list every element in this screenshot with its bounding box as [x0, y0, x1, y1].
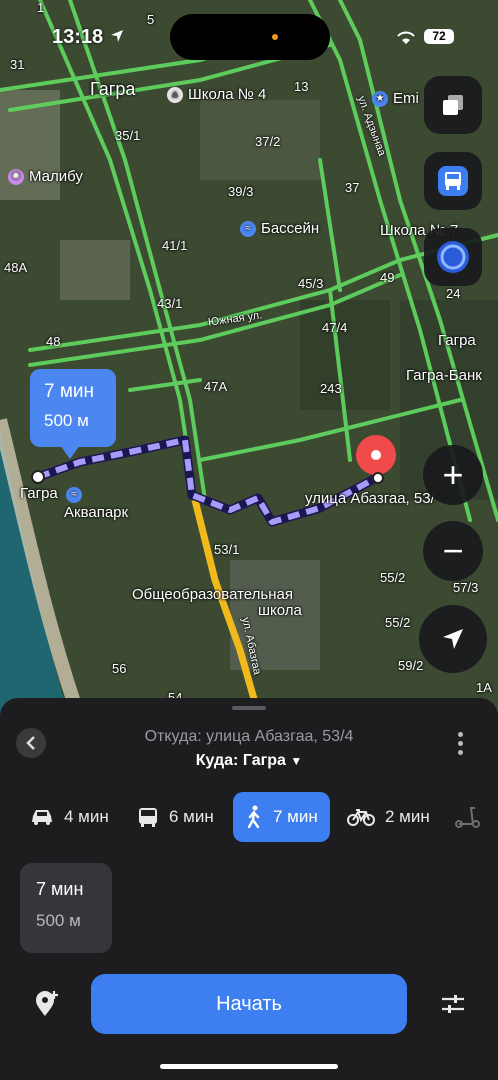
mode-bike[interactable]: 2 мин: [347, 792, 430, 842]
map-number: 39/3: [228, 184, 254, 199]
card-time: 7 мин: [36, 879, 84, 899]
map-number: 35/1: [115, 128, 141, 143]
more-options-button[interactable]: [458, 732, 464, 759]
bike-icon: [347, 809, 375, 826]
map-number: 49: [380, 270, 395, 285]
route-from[interactable]: Откуда: улица Абазгаа, 53/4: [0, 728, 498, 746]
bus-icon: [139, 808, 157, 827]
alice-icon: [437, 241, 469, 273]
mode-bus[interactable]: 6 мин: [137, 792, 214, 842]
city-label: Гагра: [90, 79, 136, 99]
add-waypoint-icon[interactable]: [33, 990, 61, 1018]
route-to-label: Куда: Гагра: [195, 752, 286, 769]
location-arrow-icon: [110, 30, 123, 42]
alice-button[interactable]: [424, 228, 482, 286]
mode-label: 7 мин: [273, 807, 318, 826]
poi-label: Emi: [393, 90, 419, 107]
map-number: 37/2: [255, 134, 281, 149]
map-number: 37: [345, 180, 360, 195]
swimmer-icon: ≈: [240, 221, 256, 238]
map-number: 59/2: [398, 658, 424, 673]
bus-icon: [438, 166, 468, 196]
status-bar: 13:18 72: [0, 0, 498, 60]
mode-label: 4 мин: [64, 807, 109, 826]
poi-school-general[interactable]: Общеобразовательная: [132, 586, 293, 603]
layers-button[interactable]: [424, 76, 482, 134]
poi-aquapark-label: Аквапарк: [64, 504, 129, 521]
map-number: 43/1: [157, 296, 183, 311]
wifi-icon: [397, 31, 415, 44]
school-icon: ▲: [167, 87, 183, 104]
poi-school-general-2: школа: [258, 602, 302, 619]
battery-indicator: 72: [424, 29, 454, 44]
map-number: 13: [294, 79, 309, 94]
start-label: Гагра: [20, 485, 58, 502]
sheet-grabber[interactable]: [232, 706, 266, 710]
map-number: 243: [320, 381, 342, 396]
status-time: 13:18: [52, 26, 125, 49]
poi-label: Малибу: [29, 168, 83, 185]
map-number: 45/3: [298, 276, 324, 291]
card-distance: 500 м: [36, 911, 81, 930]
route-to[interactable]: Куда: Гагра ▼: [0, 752, 498, 770]
zoom-in-button[interactable]: +: [423, 445, 483, 505]
route-sheet: Откуда: улица Абазгаа, 53/4 Куда: Гагра …: [0, 698, 498, 1080]
poi-aquapark[interactable]: ≈: [66, 486, 87, 504]
mode-walk[interactable]: 7 мин: [233, 792, 330, 842]
mode-label: 6 мин: [169, 807, 214, 826]
car-icon: [32, 810, 52, 825]
route-settings-icon[interactable]: [440, 992, 466, 1016]
poi-label: Бассейн: [261, 220, 320, 237]
map-number: 41/1: [162, 238, 188, 253]
poi-malibu[interactable]: ✺ Малибу: [8, 168, 83, 186]
map-number: 47/4: [322, 320, 348, 335]
route-time-bubble[interactable]: 7 мин 500 м: [30, 369, 116, 459]
chevron-down-icon: ▼: [290, 754, 303, 768]
map-number: 57/3: [453, 580, 479, 595]
poi-school4[interactable]: ▲ Школа № 4: [167, 86, 267, 104]
map-number: 55/2: [385, 615, 411, 630]
bubble-time: 7 мин: [44, 381, 95, 402]
map-number: 56: [112, 661, 127, 676]
map-number: 48: [46, 334, 61, 349]
layers-icon: [443, 95, 463, 115]
route-option-card[interactable]: 7 мин 500 м: [20, 863, 112, 953]
mode-scooter[interactable]: [454, 792, 492, 842]
poi-emi[interactable]: ★ Emi: [372, 90, 419, 108]
destination-label: улица Абазгаа, 53/: [305, 490, 435, 507]
bubble-distance: 500 м: [44, 411, 89, 430]
poi-label: Школа № 4: [188, 86, 267, 103]
home-indicator: [160, 1064, 338, 1069]
recording-dot: [272, 34, 278, 40]
poi-gagra-bank[interactable]: Гагра-Банк: [406, 367, 482, 384]
dynamic-island: [170, 14, 330, 60]
map-number: 1A: [476, 680, 492, 695]
ferris-wheel-icon: ✺: [8, 169, 24, 186]
map-number: 24: [446, 286, 461, 301]
poi-pool[interactable]: ≈ Бассейн: [240, 220, 320, 238]
time-text: 13:18: [52, 26, 104, 48]
navigation-arrow-icon: [443, 629, 463, 649]
swimmer-icon: ≈: [66, 487, 82, 504]
map-number: 48A: [4, 260, 28, 275]
map-number: 47A: [204, 379, 228, 394]
mode-label: 2 мин: [385, 807, 430, 826]
start-button[interactable]: Начать: [91, 974, 407, 1034]
bubble-tail: [60, 445, 80, 459]
map-number: 53/1: [214, 542, 240, 557]
transport-button[interactable]: [424, 152, 482, 210]
mode-car[interactable]: 4 мин: [30, 792, 109, 842]
scooter-icon: [455, 807, 480, 828]
my-location-button[interactable]: [419, 605, 487, 673]
person-icon: ★: [372, 91, 388, 108]
poi-gagra-right[interactable]: Гагра: [438, 332, 476, 349]
map-number: 55/2: [380, 570, 406, 585]
zoom-out-button[interactable]: −: [423, 521, 483, 581]
walk-icon: [247, 805, 260, 829]
